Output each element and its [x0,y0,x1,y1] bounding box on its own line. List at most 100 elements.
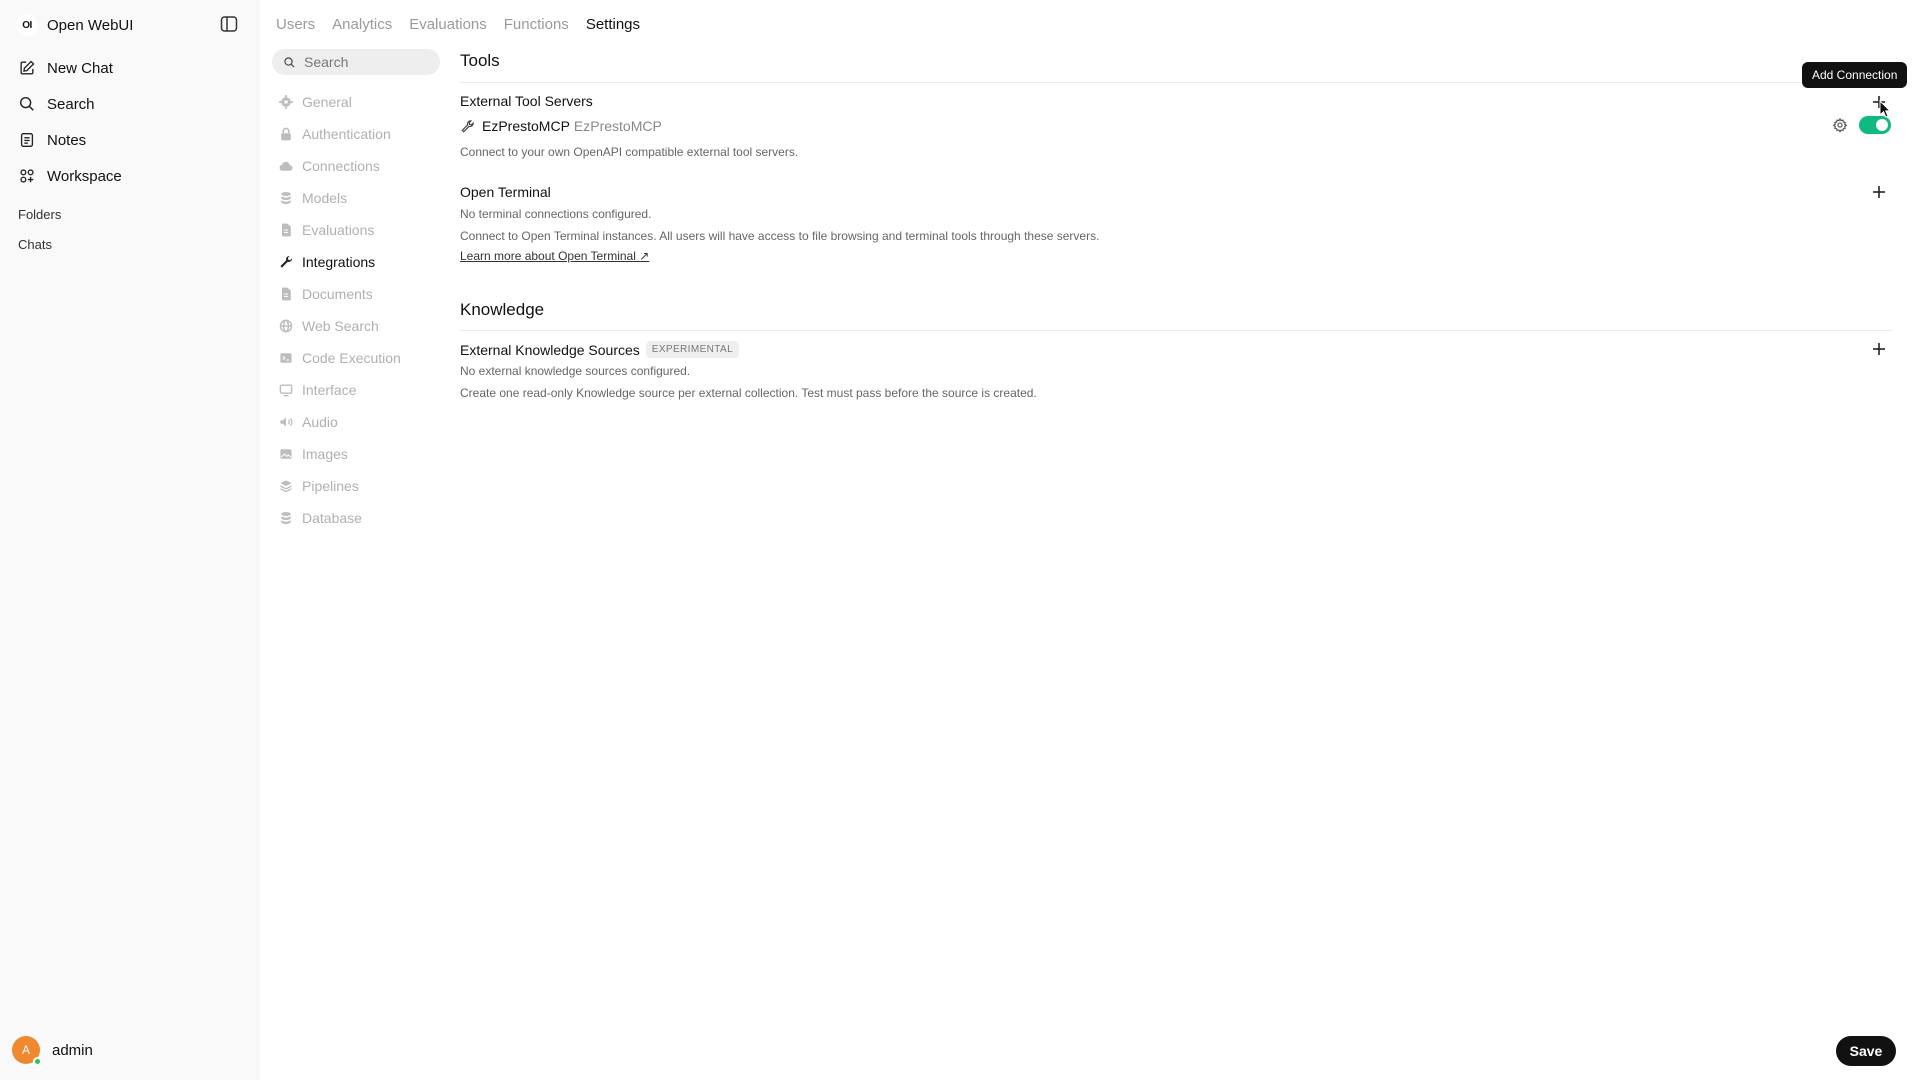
external-knowledge-description: Create one read-only Knowledge source pe… [460,386,1037,400]
tab-analytics[interactable]: Analytics [332,16,392,33]
tool-server-id: EzPrestoMCP [573,118,662,134]
notes-button[interactable]: Notes [10,122,250,158]
tab-users[interactable]: Users [276,16,315,33]
monitor-icon [279,384,293,397]
settings-nav-label: Evaluations [302,222,375,238]
external-knowledge-title: External Knowledge Sources [460,341,640,358]
wrench-icon [461,119,474,133]
workspace-button[interactable]: Workspace [10,158,250,194]
external-tool-servers-description: Connect to your own OpenAPI compatible e… [460,145,799,159]
app-name: Open WebUI [47,16,134,34]
settings-nav-code-execution[interactable]: Code Execution [278,342,448,374]
settings-nav-models[interactable]: Models [278,182,448,214]
globe-icon [279,319,293,333]
settings-nav-general[interactable]: General [278,86,448,118]
tool-server-row: EzPrestoMCP EzPrestoMCP [460,118,662,134]
add-connection-tooltip: Add Connection [1802,62,1908,88]
settings-nav-images[interactable]: Images [278,438,448,470]
user-menu[interactable]: A admin [12,1036,93,1066]
tool-server-enabled-toggle[interactable] [1859,116,1891,134]
gear-icon [279,95,293,109]
search-icon [284,56,295,68]
settings-nav-label: Images [302,446,348,462]
sidebar-nav: New Chat Search Notes Workspace [10,50,250,194]
mouse-cursor-icon [1879,100,1891,118]
nav-label: Notes [47,131,87,149]
pencil-square-icon [20,60,35,75]
wrench-icon [280,255,293,268]
sidebar: OI Open WebUI New Chat Search Notes Work… [0,0,260,1080]
settings-nav-audio[interactable]: Audio [278,406,448,438]
divider [460,330,1892,331]
brand[interactable]: OI Open WebUI [16,12,133,38]
terminal-icon [280,353,292,363]
settings-nav-interface[interactable]: Interface [278,374,448,406]
settings-nav-label: Models [302,190,348,206]
document-icon [282,287,291,301]
add-terminal-button[interactable] [1870,183,1888,201]
folders-label[interactable]: Folders [18,207,61,222]
lock-icon [281,127,291,141]
online-status-dot [33,1057,42,1066]
database-icon [281,512,291,524]
settings-nav: General Authentication Connections Model… [278,86,448,534]
notes-icon [20,133,34,147]
save-button[interactable]: Save [1836,1036,1896,1066]
settings-nav-label: Connections [302,158,380,174]
external-knowledge-status: No external knowledge sources configured… [460,364,691,378]
image-icon [280,449,292,459]
settings-nav-label: Database [302,510,362,526]
nav-label: Workspace [47,167,122,185]
settings-nav-label: Audio [302,414,338,430]
layers-icon [280,480,292,493]
avatar: A [12,1036,42,1066]
settings-nav-label: Interface [302,382,357,398]
nav-label: New Chat [47,59,113,77]
settings-nav-documents[interactable]: Documents [278,278,448,310]
open-terminal-learn-more-link[interactable]: Learn more about Open Terminal ↗ [460,249,649,263]
tools-heading: Tools [460,51,500,70]
knowledge-heading: Knowledge [460,300,545,319]
tool-server-name: EzPrestoMCP [482,118,570,134]
toggle-knob [1876,119,1888,131]
tab-evaluations[interactable]: Evaluations [409,16,487,33]
open-terminal-description: Connect to Open Terminal instances. All … [460,229,1100,243]
workspace-icon [20,169,34,183]
settings-search-input[interactable] [304,54,434,70]
settings-nav-label: Code Execution [302,350,401,366]
settings-nav-label: Pipelines [302,478,359,494]
open-terminal-status: No terminal connections configured. [460,207,652,221]
gear-icon [1832,117,1848,133]
search-button[interactable]: Search [10,86,250,122]
plus-icon [1873,343,1885,355]
experimental-badge: EXPERIMENTAL [645,341,740,358]
settings-nav-authentication[interactable]: Authentication [278,118,448,150]
new-chat-button[interactable]: New Chat [10,50,250,86]
database-icon [281,192,291,204]
settings-nav-label: Web Search [302,318,379,334]
settings-nav-pipelines[interactable]: Pipelines [278,470,448,502]
divider [460,82,1892,83]
settings-nav-evaluations[interactable]: Evaluations [278,214,448,246]
settings-nav-web-search[interactable]: Web Search [278,310,448,342]
tool-server-settings-button[interactable] [1832,117,1848,133]
external-knowledge-row: External Knowledge Sources EXPERIMENTAL [460,341,740,358]
settings-search [272,49,440,75]
document-icon [282,223,291,237]
sidebar-toggle-icon[interactable] [219,14,239,34]
tab-functions[interactable]: Functions [504,16,569,33]
external-tool-servers-title: External Tool Servers [460,93,593,109]
settings-nav-label: Documents [302,286,373,302]
settings-nav-integrations[interactable]: Integrations [278,246,448,278]
settings-nav-connections[interactable]: Connections [278,150,448,182]
tab-settings[interactable]: Settings [586,16,640,33]
user-name: admin [52,1041,93,1059]
settings-nav-label: Authentication [302,126,391,142]
speaker-icon [280,417,293,427]
admin-tabs: Users Analytics Evaluations Functions Se… [276,16,640,33]
search-icon [19,96,34,111]
chats-label[interactable]: Chats [18,237,52,252]
settings-nav-database[interactable]: Database [278,502,448,534]
add-knowledge-source-button[interactable] [1870,340,1888,358]
nav-label: Search [47,95,95,113]
